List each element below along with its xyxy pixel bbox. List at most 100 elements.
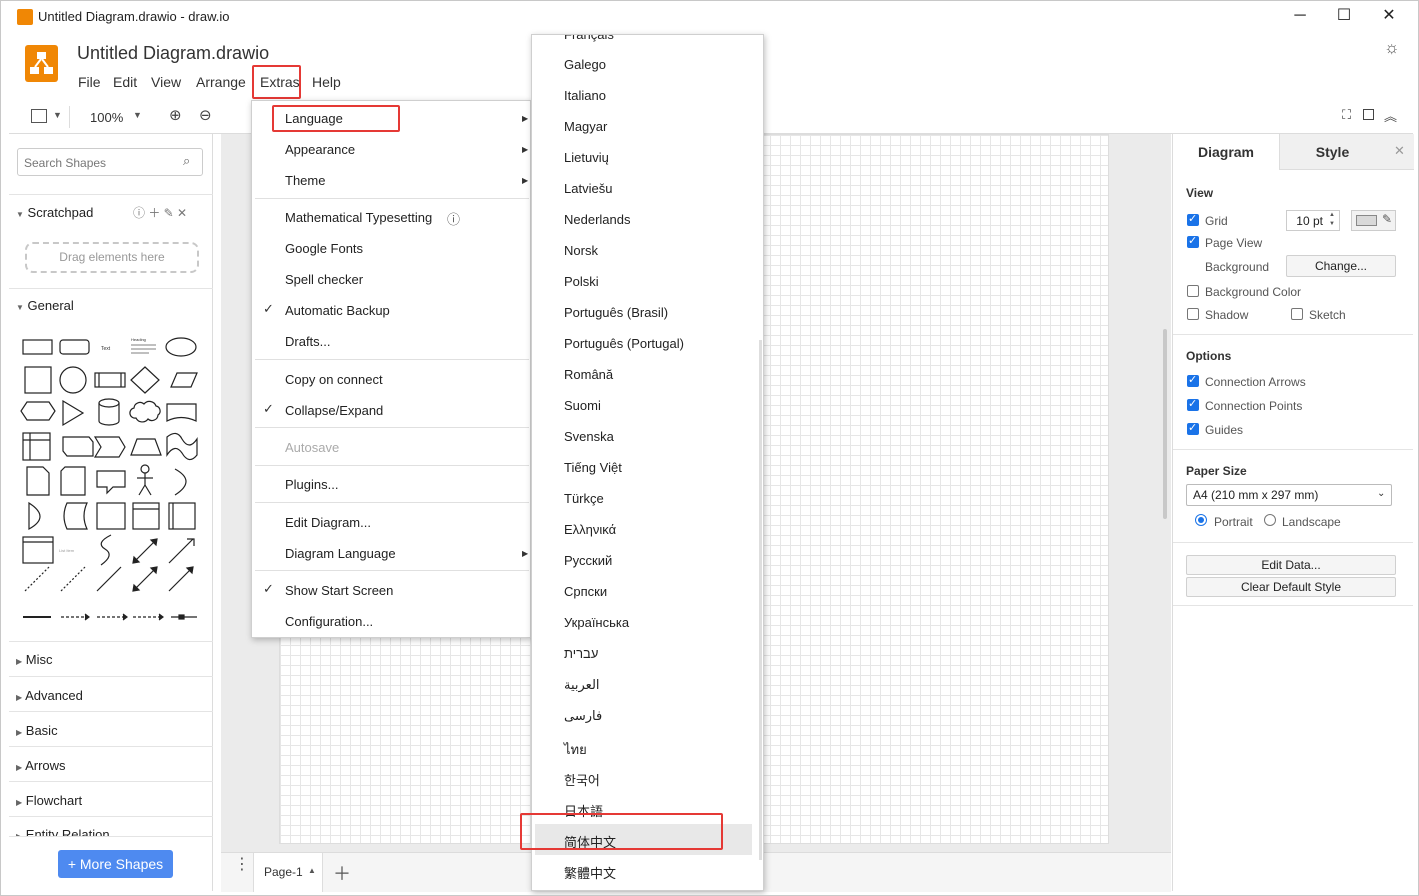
language-item[interactable]: Nederlands bbox=[564, 212, 631, 227]
chevron-down-icon[interactable]: ▼ bbox=[53, 110, 62, 120]
collapse-icon[interactable]: ︽ bbox=[1384, 106, 1397, 125]
sketch-checkbox[interactable] bbox=[1291, 308, 1303, 320]
misc-section[interactable]: ▶ Misc bbox=[9, 652, 213, 667]
language-item[interactable]: Српски bbox=[564, 584, 607, 599]
language-item[interactable]: Русский bbox=[564, 553, 612, 568]
menu-item-automatic-backup[interactable]: Automatic Backup bbox=[285, 303, 390, 318]
tab-style[interactable]: Style bbox=[1279, 134, 1385, 170]
language-item[interactable]: Latviešu bbox=[564, 181, 612, 196]
zoom-out-icon[interactable]: ⊖ bbox=[199, 106, 212, 124]
chevron-up-icon[interactable]: ▲ bbox=[308, 866, 316, 875]
language-item[interactable]: Magyar bbox=[564, 119, 607, 134]
language-item[interactable]: العربية bbox=[564, 677, 600, 693]
language-item[interactable]: Türkçe bbox=[564, 491, 604, 506]
clear-default-style-button[interactable]: Clear Default Style bbox=[1186, 577, 1396, 597]
panel-toggle-icon[interactable] bbox=[1363, 109, 1374, 120]
fullscreen-icon[interactable]: ⛶ bbox=[1342, 107, 1351, 123]
vertical-scrollbar[interactable] bbox=[1163, 329, 1167, 519]
menu-item-edit-diagram[interactable]: Edit Diagram... bbox=[285, 515, 371, 530]
zoom-in-icon[interactable]: ⊕ bbox=[169, 106, 182, 124]
pages-menu-icon[interactable]: ⋮ bbox=[234, 857, 250, 873]
tab-diagram[interactable]: Diagram bbox=[1173, 134, 1279, 170]
menu-item-show-start-screen[interactable]: Show Start Screen bbox=[285, 583, 393, 598]
menu-item-configuration[interactable]: Configuration... bbox=[285, 614, 373, 629]
menu-help[interactable]: Help bbox=[312, 74, 341, 90]
more-shapes-button[interactable]: + More Shapes bbox=[58, 850, 173, 878]
page-view-checkbox[interactable] bbox=[1187, 234, 1199, 248]
grid-color-swatch bbox=[1356, 215, 1377, 226]
advanced-section[interactable]: ▶ Advanced bbox=[9, 688, 213, 703]
divider bbox=[9, 641, 213, 642]
close-button[interactable]: ✕ bbox=[1374, 5, 1404, 27]
grid-size-stepper[interactable]: ▲ ▼ bbox=[1329, 211, 1335, 229]
format-panel-icon[interactable] bbox=[31, 109, 47, 123]
language-item[interactable]: Tiếng Việt bbox=[564, 460, 622, 475]
language-item[interactable]: Українська bbox=[564, 615, 629, 630]
portrait-radio[interactable] bbox=[1195, 514, 1207, 526]
edit-data-button[interactable]: Edit Data... bbox=[1186, 555, 1396, 575]
arrows-section[interactable]: ▶ Arrows bbox=[9, 758, 213, 773]
language-item[interactable]: Suomi bbox=[564, 398, 601, 413]
guides-checkbox[interactable] bbox=[1187, 421, 1199, 435]
language-item[interactable]: Polski bbox=[564, 274, 599, 289]
language-item[interactable]: Português (Portugal) bbox=[564, 336, 684, 351]
shape-text[interactable]: Text bbox=[101, 346, 111, 352]
menu-view[interactable]: View bbox=[151, 74, 181, 90]
menu-item-math[interactable]: Mathematical Typesetting bbox=[285, 210, 432, 225]
basic-section[interactable]: ▶ Basic bbox=[9, 723, 213, 738]
menu-item-spell-checker[interactable]: Spell checker bbox=[285, 272, 363, 287]
flowchart-section[interactable]: ▶ Flowchart bbox=[9, 793, 213, 808]
minimize-button[interactable]: ─ bbox=[1285, 5, 1315, 27]
theme-sun-icon[interactable]: ☼ bbox=[1384, 38, 1400, 58]
paper-size-select[interactable]: A4 (210 mm x 297 mm) bbox=[1186, 484, 1392, 506]
language-item[interactable]: فارسی bbox=[564, 708, 602, 724]
scratchpad-actions[interactable]: ⓘ ＋ ✎ ✕ bbox=[133, 204, 187, 221]
language-item[interactable]: Lietuvių bbox=[564, 150, 609, 165]
extras-menu: Language ▶ Appearance ▶ Theme ▶ Mathemat… bbox=[251, 100, 531, 638]
language-item[interactable]: ไทย bbox=[564, 739, 587, 760]
landscape-radio[interactable] bbox=[1264, 514, 1276, 526]
entity-relation-section[interactable]: ▶ Entity Relation bbox=[9, 827, 213, 836]
language-item[interactable]: Français bbox=[564, 35, 614, 42]
menu-item-drafts[interactable]: Drafts... bbox=[285, 334, 331, 349]
general-header[interactable]: ▼ General bbox=[9, 298, 213, 313]
language-item[interactable]: 한국어 bbox=[564, 770, 600, 789]
connection-points-checkbox[interactable] bbox=[1187, 397, 1199, 411]
zoom-level[interactable]: 100% bbox=[90, 110, 123, 125]
submenu-scrollbar[interactable] bbox=[759, 340, 762, 860]
language-item[interactable]: Ελληνικά bbox=[564, 522, 616, 537]
menu-item-appearance[interactable]: Appearance bbox=[285, 142, 355, 157]
language-item[interactable]: Norsk bbox=[564, 243, 598, 258]
change-background-button[interactable]: Change... bbox=[1286, 255, 1396, 277]
language-item[interactable]: Italiano bbox=[564, 88, 606, 103]
shape-heading[interactable]: Heading bbox=[131, 337, 146, 342]
menu-item-plugins[interactable]: Plugins... bbox=[285, 477, 338, 492]
menu-arrange[interactable]: Arrange bbox=[196, 74, 246, 90]
menu-item-diagram-language[interactable]: Diagram Language bbox=[285, 546, 396, 561]
help-icon[interactable]: ⓘ bbox=[447, 209, 460, 228]
close-panel-icon[interactable]: ✕ bbox=[1385, 134, 1414, 170]
language-item[interactable]: עברית bbox=[564, 646, 598, 661]
scratchpad-drop-zone[interactable]: Drag elements here bbox=[25, 242, 199, 273]
maximize-button[interactable]: ☐ bbox=[1329, 5, 1359, 27]
language-item[interactable]: Svenska bbox=[564, 429, 614, 444]
language-item[interactable]: Română bbox=[564, 367, 613, 382]
search-shapes-input[interactable]: Search Shapes bbox=[17, 148, 203, 176]
grid-color-picker[interactable]: ✎ bbox=[1351, 210, 1396, 231]
menu-item-theme[interactable]: Theme bbox=[285, 173, 325, 188]
zoom-chevron-icon[interactable]: ▼ bbox=[133, 110, 142, 120]
menu-item-copy-on-connect[interactable]: Copy on connect bbox=[285, 372, 383, 387]
language-item[interactable]: Português (Brasil) bbox=[564, 305, 668, 320]
menu-file[interactable]: File bbox=[78, 74, 101, 90]
document-title[interactable]: Untitled Diagram.drawio bbox=[77, 43, 269, 64]
background-color-checkbox[interactable] bbox=[1187, 285, 1199, 297]
menu-item-google-fonts[interactable]: Google Fonts bbox=[285, 241, 363, 256]
menu-item-collapse-expand[interactable]: Collapse/Expand bbox=[285, 403, 383, 418]
connection-arrows-checkbox[interactable] bbox=[1187, 373, 1199, 387]
shadow-checkbox[interactable] bbox=[1187, 308, 1199, 320]
menu-edit[interactable]: Edit bbox=[113, 74, 137, 90]
add-page-icon[interactable]: ＋ bbox=[333, 860, 351, 886]
language-item[interactable]: Galego bbox=[564, 57, 606, 72]
language-item[interactable]: 繁體中文 bbox=[564, 863, 616, 882]
grid-checkbox[interactable] bbox=[1187, 212, 1199, 226]
